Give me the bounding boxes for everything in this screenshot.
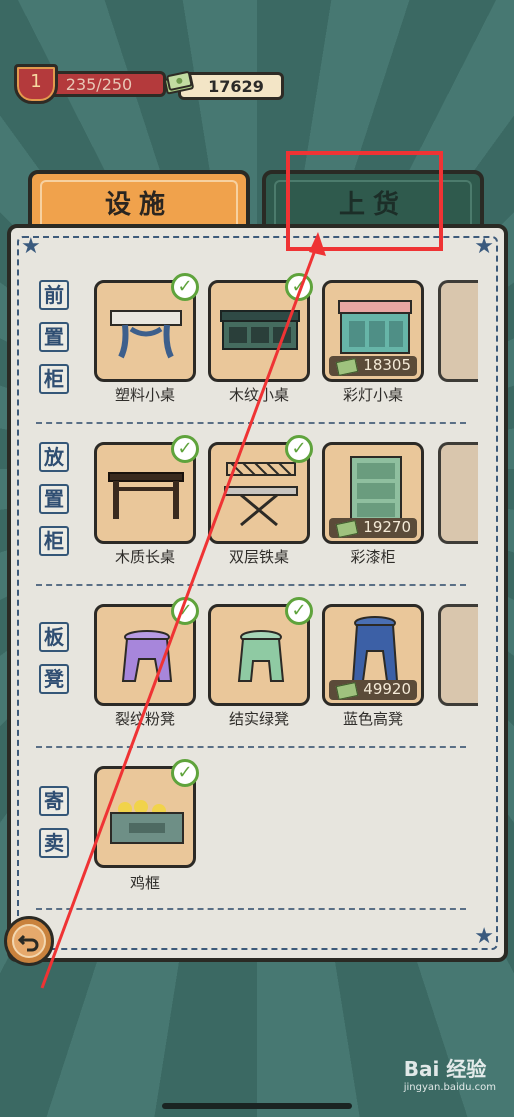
annotation-arrow bbox=[40, 232, 326, 989]
home-indicator[interactable] bbox=[162, 1103, 352, 1109]
watermark: Bai 经验 jingyan.baidu.com bbox=[403, 1057, 496, 1093]
